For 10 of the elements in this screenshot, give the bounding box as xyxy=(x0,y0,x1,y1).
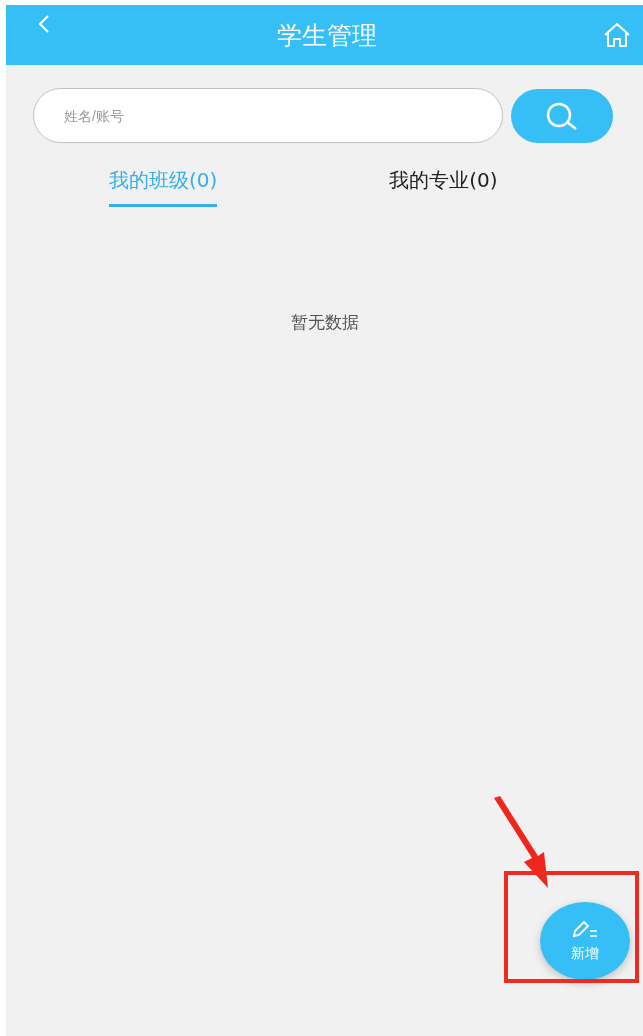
page-title: 学生管理 xyxy=(276,19,377,52)
home-icon[interactable] xyxy=(603,22,631,48)
tab[interactable]: 我的专业(0) xyxy=(293,167,594,207)
pencil-icon xyxy=(571,919,599,939)
search-field[interactable]: 姓名/账号 xyxy=(33,88,503,143)
add-button[interactable]: 新增 xyxy=(540,902,630,980)
empty-message: 暂无数据 xyxy=(289,311,360,334)
back-icon[interactable] xyxy=(38,14,50,34)
tab[interactable]: 我的班级(0) xyxy=(109,167,218,207)
search-button[interactable] xyxy=(511,88,613,143)
